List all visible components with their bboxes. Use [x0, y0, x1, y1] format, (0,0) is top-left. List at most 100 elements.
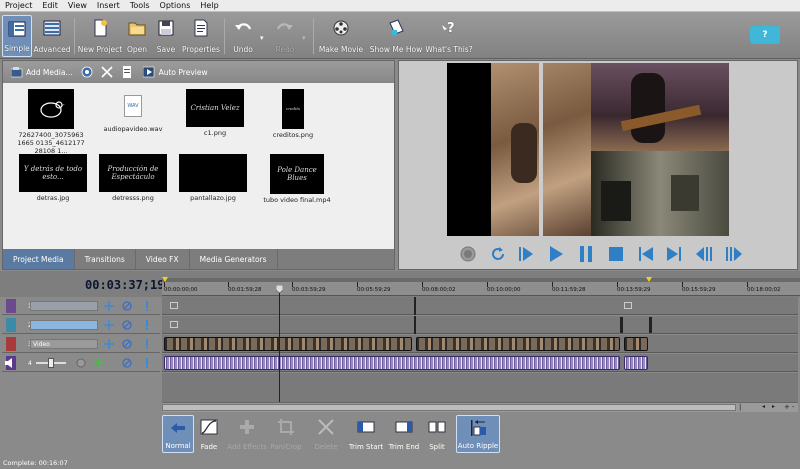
stop-icon[interactable]: [607, 245, 625, 263]
add-media-button[interactable]: Add Media...: [11, 66, 73, 78]
track-motion-icon[interactable]: [104, 301, 114, 311]
media-item[interactable]: Y detrás de todo esto... detras.jpg: [19, 154, 87, 202]
track-header-3[interactable]: 3 Video: [2, 335, 160, 353]
video-clip[interactable]: [624, 337, 648, 351]
timeline-empty-area[interactable]: [162, 373, 798, 402]
solo-icon[interactable]: [142, 358, 152, 368]
audio-clip[interactable]: [624, 356, 648, 370]
loop-start-marker-icon[interactable]: [162, 277, 168, 282]
delete-button[interactable]: Delete: [314, 415, 338, 453]
scroll-left-icon[interactable]: ◂: [762, 403, 765, 410]
solo-icon[interactable]: [142, 301, 152, 311]
trim-end-button[interactable]: Trim End: [386, 415, 422, 453]
save-button[interactable]: Save: [153, 15, 179, 57]
track-name-field[interactable]: [30, 301, 98, 311]
scrollbar-thumb[interactable]: [162, 404, 736, 411]
tab-project-media[interactable]: Project Media: [3, 249, 75, 269]
track-motion-icon[interactable]: [104, 320, 114, 330]
solo-icon[interactable]: [142, 339, 152, 349]
go-to-start-icon[interactable]: [637, 245, 655, 263]
menu-project[interactable]: Project: [0, 0, 37, 12]
timeline-track-1[interactable]: [162, 297, 798, 315]
timeline-track-4[interactable]: [162, 354, 798, 372]
menu-options[interactable]: Options: [155, 0, 196, 12]
menu-tools[interactable]: Tools: [125, 0, 155, 12]
track-header-4[interactable]: 4: [2, 354, 160, 372]
media-item[interactable]: 72627400_30759631665 0135_461217728108 1…: [17, 89, 85, 155]
normal-edit-button[interactable]: Normal: [162, 415, 194, 453]
track-name-field[interactable]: [30, 320, 98, 330]
media-item[interactable]: pantallazo.jpg: [179, 154, 247, 202]
play-icon[interactable]: [547, 245, 565, 263]
undo-button[interactable]: Undo: [228, 15, 258, 57]
track-header-1[interactable]: 1: [2, 297, 160, 315]
split-button[interactable]: Split: [424, 415, 450, 453]
whats-this-button[interactable]: ? What's This?: [425, 15, 472, 57]
fade-button[interactable]: Fade: [196, 415, 222, 453]
menu-edit[interactable]: Edit: [37, 0, 63, 12]
audio-motion-icon[interactable]: [94, 358, 104, 368]
mute-icon[interactable]: [122, 358, 132, 368]
record-icon[interactable]: [459, 245, 477, 263]
show-me-how-button[interactable]: Show Me How: [370, 15, 422, 57]
solo-icon[interactable]: [142, 320, 152, 330]
pan-crop-button[interactable]: Pan/Crop: [270, 415, 302, 453]
go-to-end-icon[interactable]: [665, 245, 683, 263]
auto-ripple-toggle[interactable]: Auto Ripple: [456, 415, 500, 453]
simple-view-button[interactable]: Simple: [2, 15, 32, 57]
menu-insert[interactable]: Insert: [92, 0, 125, 12]
mute-icon[interactable]: [122, 301, 132, 311]
tab-video-fx[interactable]: Video FX: [136, 249, 190, 269]
help-button[interactable]: ?: [750, 26, 780, 44]
redo-button[interactable]: Redo: [270, 15, 300, 57]
previous-frame-icon[interactable]: [695, 245, 713, 263]
media-item[interactable]: Producción de Espectáculo detresss.png: [99, 154, 167, 202]
loop-icon[interactable]: [489, 245, 507, 263]
zoom-separator-icon[interactable]: |: [739, 403, 741, 411]
audio-clip[interactable]: [164, 356, 620, 370]
timeline-ruler[interactable]: 00:00:00;00 00:01:59;28 00:03:59;29 00:0…: [162, 277, 800, 296]
open-button[interactable]: Open: [124, 15, 150, 57]
menu-help[interactable]: Help: [195, 0, 223, 12]
remove-media-button[interactable]: [101, 66, 113, 78]
video-clip[interactable]: [416, 337, 620, 351]
pan-knob-icon[interactable]: [76, 358, 86, 368]
timeline-scrollbar[interactable]: | ◂ ▸ + -: [162, 402, 798, 412]
media-item[interactable]: Pole Dance Blues tubo video final.mp4: [259, 154, 335, 204]
redo-dropdown-icon[interactable]: ▾: [302, 34, 306, 42]
zoom-out-icon[interactable]: -: [792, 403, 795, 411]
make-movie-button[interactable]: Make Movie: [318, 15, 364, 57]
menu-view[interactable]: View: [63, 0, 92, 12]
add-effects-button[interactable]: Add Effects: [227, 415, 267, 453]
track-header-2[interactable]: 2: [2, 316, 160, 334]
tab-transitions[interactable]: Transitions: [75, 249, 136, 269]
media-item[interactable]: credits creditos.png: [259, 89, 327, 139]
properties-button[interactable]: Properties: [182, 15, 220, 57]
media-settings-button[interactable]: [81, 66, 93, 78]
next-frame-icon[interactable]: [725, 245, 743, 263]
track-name-field[interactable]: Video: [30, 339, 98, 349]
trim-start-button[interactable]: Trim Start: [346, 415, 386, 453]
mute-icon[interactable]: [122, 320, 132, 330]
zoom-in-icon[interactable]: +: [784, 403, 790, 411]
scroll-right-icon[interactable]: ▸: [772, 403, 775, 410]
playhead-cursor[interactable]: [279, 286, 280, 402]
volume-slider-thumb[interactable]: [48, 358, 54, 368]
media-properties-button[interactable]: [121, 66, 133, 78]
undo-dropdown-icon[interactable]: ▾: [260, 34, 264, 42]
advanced-view-button[interactable]: Advanced: [33, 15, 71, 57]
video-preview-frame[interactable]: [447, 63, 729, 236]
tab-media-generators[interactable]: Media Generators: [190, 249, 278, 269]
video-clip[interactable]: [164, 337, 412, 351]
auto-preview-toggle[interactable]: Auto Preview: [142, 66, 208, 78]
timeline-track-2[interactable]: [162, 316, 798, 334]
timeline-track-3[interactable]: [162, 335, 798, 353]
play-from-start-icon[interactable]: [517, 245, 535, 263]
track-motion-icon[interactable]: [104, 339, 114, 349]
playhead-handle-icon[interactable]: [276, 285, 283, 293]
media-item[interactable]: WAV audiopavideo.wav: [99, 95, 167, 133]
loop-end-marker-icon[interactable]: [646, 277, 652, 282]
pause-icon[interactable]: [577, 245, 595, 263]
media-item[interactable]: Cristian Velez c1.png: [181, 89, 249, 137]
mute-icon[interactable]: [122, 339, 132, 349]
